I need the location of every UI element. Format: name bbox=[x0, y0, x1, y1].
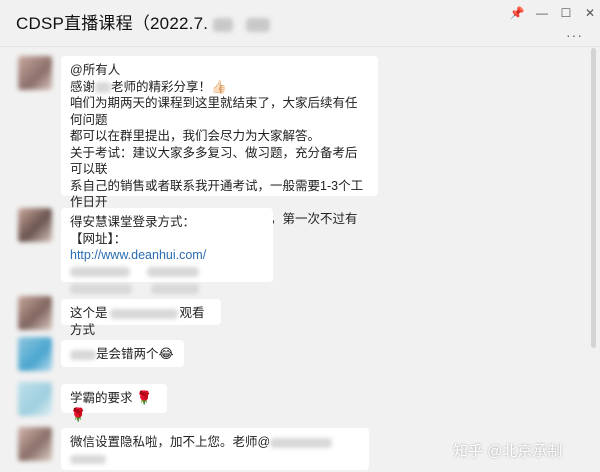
message-line: 关于考试：建议大家多多复习、做习题，充分备考后可以联 bbox=[70, 145, 358, 177]
avatar[interactable] bbox=[18, 382, 52, 416]
redacted-line bbox=[70, 280, 264, 297]
redacted-line bbox=[70, 264, 264, 281]
avatar[interactable] bbox=[18, 296, 52, 330]
message-line: 是会错两个😂 bbox=[70, 346, 175, 363]
redacted-title-part bbox=[213, 17, 234, 32]
message-text: 这个是 bbox=[70, 306, 108, 320]
chat-scrollbar[interactable] bbox=[591, 48, 596, 348]
message-text: 老师的精彩分享！👍🏻 bbox=[111, 79, 227, 94]
redacted-text bbox=[147, 267, 200, 278]
title-divider bbox=[0, 46, 600, 47]
message-line: 微信设置隐私啦，加不上您。老师@ bbox=[70, 434, 360, 451]
avatar[interactable] bbox=[18, 56, 52, 90]
pin-icon[interactable]: 📌 bbox=[505, 4, 529, 22]
message-line: 这个是 观看方式 bbox=[70, 305, 212, 338]
laughing-emoji-icon: 😂 bbox=[158, 346, 174, 361]
maximize-icon[interactable]: ☐ bbox=[554, 4, 578, 22]
message-line: 感谢 老师的精彩分享！👍🏻 bbox=[70, 79, 369, 96]
chat-title: CDSP直播课程（2022.7. bbox=[16, 9, 271, 34]
minimize-icon[interactable]: — bbox=[530, 4, 554, 22]
redacted-text bbox=[270, 437, 333, 448]
close-icon[interactable]: ✕ bbox=[578, 4, 600, 22]
message-bubble[interactable]: @所有人 感谢 老师的精彩分享！👍🏻 咱们为期两天的课程到这里就结束了，大家后续有… bbox=[61, 56, 378, 259]
message-text: 感谢 bbox=[70, 79, 96, 94]
message-line: @所有人 bbox=[70, 63, 121, 77]
message-line: 都可以在群里提出，我们会尽力为大家解答。 bbox=[70, 129, 321, 143]
avatar[interactable] bbox=[18, 337, 52, 371]
website-link[interactable]: http://www.deanhui.com/ bbox=[70, 248, 206, 262]
message-line: 系自己的销售或者联系我开通考试，一般需要1-3个工作日开 bbox=[70, 178, 364, 210]
redacted-text bbox=[70, 267, 130, 278]
message-bubble[interactable]: 这个是 观看方式 bbox=[61, 299, 221, 337]
more-options-icon[interactable]: ··· bbox=[566, 27, 583, 43]
redacted-text bbox=[70, 454, 106, 464]
message-text: 【网址】： bbox=[70, 231, 127, 246]
message-line: 咱们为期两天的课程到这里就结束了，大家后续有任何问题 bbox=[70, 96, 358, 127]
message-line: 得安慧课堂登录方式： bbox=[70, 215, 196, 229]
redacted-text bbox=[151, 283, 200, 294]
redacted-text bbox=[109, 308, 178, 319]
avatar[interactable] bbox=[18, 427, 52, 461]
message-line: 【网址】： http://www.deanhui.com/ bbox=[70, 231, 264, 264]
message-text: 是会错两个 bbox=[96, 347, 159, 361]
message-bubble[interactable]: 微信设置隐私啦，加不上您。老师@ bbox=[61, 428, 369, 470]
avatar[interactable] bbox=[18, 208, 52, 242]
message-text: 微信设置隐私啦，加不上您。老师@ bbox=[70, 435, 271, 449]
title-bar: CDSP直播课程（2022.7. 📌 — ☐ ✕ ··· bbox=[0, 0, 600, 43]
message-text: 学霸的要求 bbox=[70, 391, 133, 405]
message-bubble[interactable]: 得安慧课堂登录方式： 【网址】： http://www.deanhui.com/ bbox=[61, 208, 273, 294]
watermark: 知乎 @北京承制 bbox=[453, 443, 563, 460]
redacted-text bbox=[70, 283, 132, 294]
message-bubble[interactable]: 学霸的要求 🌹 🌹 bbox=[61, 384, 167, 422]
redacted-title-part bbox=[246, 17, 271, 32]
redacted-text bbox=[70, 349, 96, 360]
chat-title-text: CDSP直播课程（2022.7. bbox=[16, 14, 209, 33]
redacted-line bbox=[70, 451, 360, 468]
message-line: 学霸的要求 🌹 🌹 bbox=[70, 390, 158, 423]
message-bubble[interactable]: 是会错两个😂 bbox=[61, 340, 184, 367]
redacted-name bbox=[95, 81, 112, 93]
